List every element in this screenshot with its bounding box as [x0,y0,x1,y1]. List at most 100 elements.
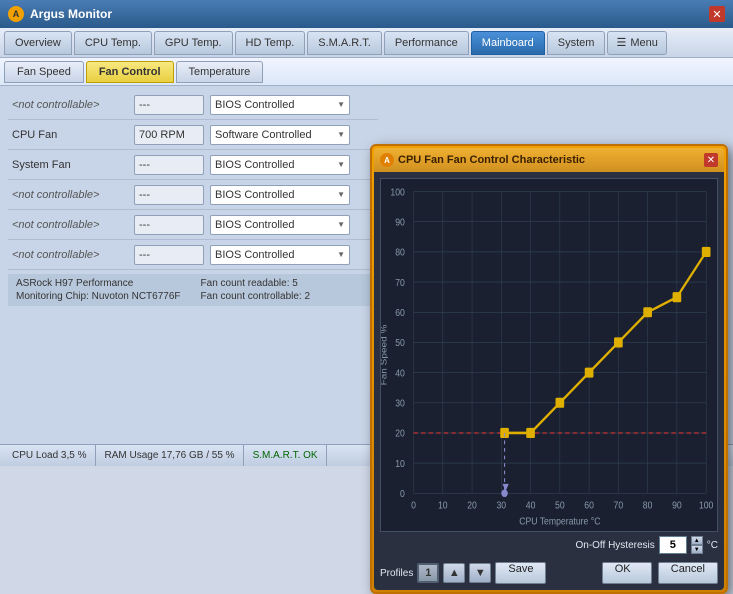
svg-text:0: 0 [400,488,405,499]
hysteresis-controls: On-Off Hysteresis 5 ▲ ▼ °C [380,536,718,554]
fan-name-1: CPU Fan [8,129,128,141]
fan-name-3: <not controllable> [8,189,128,201]
dialog-title: CPU Fan Fan Control Characteristic [398,154,585,166]
fan-control-3[interactable]: BIOS Controlled ▼ [210,185,350,205]
hysteresis-value[interactable]: 5 [659,536,687,554]
svg-text:40: 40 [395,368,405,379]
chart-svg: 100 90 80 70 60 50 40 30 20 10 0 Fan Spe… [381,179,717,531]
window-close-button[interactable]: ✕ [709,6,725,22]
dialog-buttons: OK Cancel [602,562,718,584]
fan-control-0[interactable]: BIOS Controlled ▼ [210,95,350,115]
window-title: Argus Monitor [30,7,112,21]
svg-text:60: 60 [584,500,594,511]
tab-hd-temp[interactable]: HD Temp. [235,31,306,55]
hysteresis-unit: °C [707,540,718,551]
nav-bar: Overview CPU Temp. GPU Temp. HD Temp. S.… [0,28,733,58]
dialog-body: 100 90 80 70 60 50 40 30 20 10 0 Fan Spe… [374,172,724,590]
fan-control-2[interactable]: BIOS Controlled ▼ [210,155,350,175]
svg-text:60: 60 [395,307,405,318]
sub-tab-bar: Fan Speed Fan Control Temperature [0,58,733,86]
fan-control-5[interactable]: BIOS Controlled ▼ [210,245,350,265]
cpu-load-status: CPU Load 3,5 % [4,445,96,466]
hysteresis-label: On-Off Hysteresis [575,540,654,551]
profile-button-1[interactable]: 1 [417,563,439,583]
smart-status: S.M.A.R.T. OK [245,445,327,466]
fan-count-readable: Fan count readable: 5 [201,278,311,289]
cancel-button[interactable]: Cancel [658,562,718,584]
hysteresis-spinner[interactable]: ▲ ▼ [691,536,703,554]
fan-count-controllable: Fan count controllable: 2 [201,291,311,302]
svg-text:CPU Temperature °C: CPU Temperature °C [519,516,600,527]
svg-text:100: 100 [699,500,713,511]
dropdown-arrow-4: ▼ [337,220,345,229]
tab-mainboard[interactable]: Mainboard [471,31,545,55]
tab-system[interactable]: System [547,31,606,55]
fan-value-0: --- [134,95,204,115]
app-icon: A [8,6,24,22]
svg-text:80: 80 [643,500,653,511]
profile-button-up[interactable]: ▲ [443,563,465,583]
dialog-title-bar: A CPU Fan Fan Control Characteristic ✕ [374,148,724,172]
tab-gpu-temp[interactable]: GPU Temp. [154,31,233,55]
sub-tab-fan-speed[interactable]: Fan Speed [4,61,84,83]
spin-down-button[interactable]: ▼ [691,545,703,554]
svg-text:100: 100 [390,187,404,198]
sub-tab-fan-control[interactable]: Fan Control [86,61,174,83]
fan-value-4: --- [134,215,204,235]
chip-info: Monitoring Chip: Nuvoton NCT6776F [16,291,181,302]
dialog-icon: A [380,153,394,167]
tab-overview[interactable]: Overview [4,31,72,55]
svg-text:90: 90 [672,500,682,511]
dropdown-arrow-3: ▼ [337,190,345,199]
fan-value-1: 700 RPM [134,125,204,145]
fan-control-4[interactable]: BIOS Controlled ▼ [210,215,350,235]
ram-usage-status: RAM Usage 17,76 GB / 55 % [97,445,244,466]
title-bar: A Argus Monitor ✕ [0,0,733,28]
dropdown-arrow-2: ▼ [337,160,345,169]
fan-value-2: --- [134,155,204,175]
svg-text:Fan Speed %: Fan Speed % [381,325,388,386]
fan-value-3: --- [134,185,204,205]
table-row: <not controllable> --- BIOS Controlled ▼ [8,240,378,270]
profiles-section: Profiles 1 ▲ ▼ Save [380,562,546,584]
tab-cpu-temp[interactable]: CPU Temp. [74,31,152,55]
ok-button[interactable]: OK [602,562,652,584]
fan-control-dialog: A CPU Fan Fan Control Characteristic ✕ [370,144,728,594]
sub-tab-temperature[interactable]: Temperature [176,61,264,83]
profile-button-down[interactable]: ▼ [469,563,491,583]
dropdown-arrow-0: ▼ [337,100,345,109]
main-content: <not controllable> --- BIOS Controlled ▼… [0,86,733,466]
table-row: <not controllable> --- BIOS Controlled ▼ [8,210,378,240]
svg-text:10: 10 [395,458,405,469]
fan-value-5: --- [134,245,204,265]
fan-control-1[interactable]: Software Controlled ▼ [210,125,350,145]
svg-text:10: 10 [438,500,448,511]
fan-name-2: System Fan [8,159,128,171]
table-row: System Fan --- BIOS Controlled ▼ [8,150,378,180]
fan-name-5: <not controllable> [8,249,128,261]
svg-text:80: 80 [395,247,405,258]
svg-text:30: 30 [496,500,506,511]
save-button[interactable]: Save [495,562,546,584]
spin-up-button[interactable]: ▲ [691,536,703,545]
fan-name-4: <not controllable> [8,219,128,231]
menu-icon: ☰ [616,36,626,49]
fan-curve-chart[interactable]: 100 90 80 70 60 50 40 30 20 10 0 Fan Spe… [380,178,718,532]
svg-text:50: 50 [395,338,405,349]
fan-name-0: <not controllable> [8,99,128,111]
table-row: <not controllable> --- BIOS Controlled ▼ [8,90,378,120]
tab-menu[interactable]: ☰ Menu [607,31,666,55]
svg-text:70: 70 [614,500,624,511]
motherboard-info: ASRock H97 Performance [16,278,181,289]
table-row: CPU Fan 700 RPM Software Controlled ▼ [8,120,378,150]
svg-text:40: 40 [526,500,536,511]
dropdown-arrow-1: ▼ [337,130,345,139]
profiles-label: Profiles [380,568,413,579]
svg-text:0: 0 [411,500,416,511]
svg-text:20: 20 [395,428,405,439]
tab-smart[interactable]: S.M.A.R.T. [307,31,382,55]
svg-text:20: 20 [467,500,477,511]
dialog-close-button[interactable]: ✕ [704,153,718,167]
tab-performance[interactable]: Performance [384,31,469,55]
svg-text:90: 90 [395,217,405,228]
